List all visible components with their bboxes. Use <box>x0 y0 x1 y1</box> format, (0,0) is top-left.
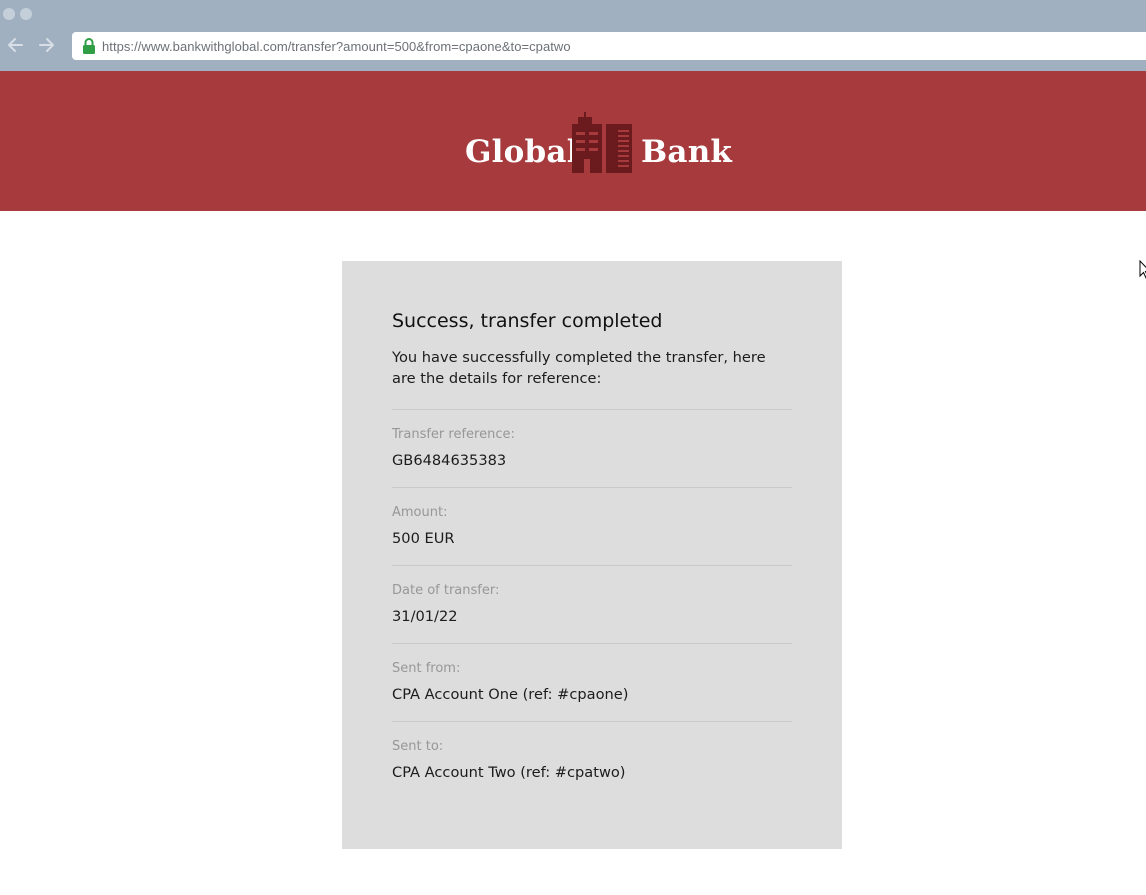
arrow-right-icon <box>39 38 54 52</box>
brand-name-bank: Bank <box>641 134 733 170</box>
brand-name-global: Global <box>465 134 579 170</box>
building-icon <box>572 112 632 173</box>
forward-button[interactable] <box>35 34 57 56</box>
window-close-button[interactable] <box>3 8 15 20</box>
window-minimize-button[interactable] <box>20 8 32 20</box>
amount-value: 500 EUR <box>392 530 455 547</box>
confirmation-title: Success, transfer completed <box>392 310 663 332</box>
sent-from-label: Sent from: <box>392 661 461 676</box>
lock-icon <box>83 38 95 54</box>
divider <box>392 565 792 566</box>
divider <box>392 409 792 410</box>
url-text: https://www.bankwithglobal.com/transfer?… <box>102 38 571 54</box>
browser-toolbar: https://www.bankwithglobal.com/transfer?… <box>0 0 1146 71</box>
sent-to-value: CPA Account Two (ref: #cpatwo) <box>392 764 626 781</box>
arrow-left-icon <box>8 38 23 52</box>
mouse-cursor-icon <box>1139 260 1146 279</box>
address-bar[interactable]: https://www.bankwithglobal.com/transfer?… <box>72 32 1146 60</box>
transfer-confirmation-card: Success, transfer completed You have suc… <box>342 261 842 849</box>
back-button[interactable] <box>5 34 27 56</box>
bank-header: Global Bank <box>0 71 1146 279</box>
divider <box>392 721 792 722</box>
confirmation-intro: You have successfully completed the tran… <box>392 349 766 387</box>
divider <box>392 643 792 644</box>
sent-from-value: CPA Account One (ref: #cpaone) <box>392 686 629 703</box>
amount-label: Amount: <box>392 505 448 520</box>
transfer-reference-value: GB6484635383 <box>392 452 507 469</box>
divider <box>392 487 792 488</box>
transfer-reference-label: Transfer reference: <box>392 427 515 442</box>
sent-to-label: Sent to: <box>392 739 444 754</box>
transfer-date-value: 31/01/22 <box>392 608 458 625</box>
transfer-date-label: Date of transfer: <box>392 583 500 598</box>
